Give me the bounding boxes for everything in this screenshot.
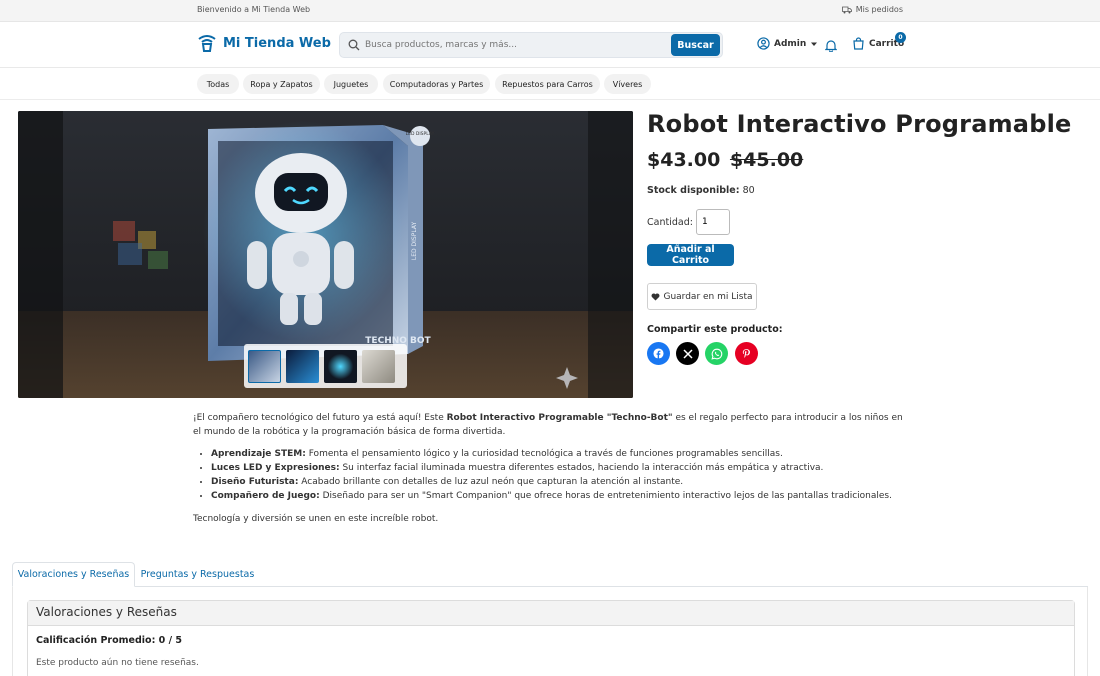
brand-name: Mi Tienda Web (223, 35, 331, 51)
share-label: Compartir este producto: (647, 324, 783, 335)
truck-icon (841, 6, 852, 13)
feature-item: Compañero de Juego: Diseñado para ser un… (211, 489, 905, 503)
whatsapp-icon (710, 348, 722, 360)
shopping-bag-icon (853, 37, 864, 50)
share-x-button[interactable] (676, 342, 699, 365)
description-closing: Tecnología y diversión se unen en este i… (193, 514, 439, 524)
category-repuestos[interactable]: Repuestos para Carros (495, 74, 600, 94)
image-thumbnails (244, 344, 407, 388)
description-intro: ¡El compañero tecnológico del futuro ya … (193, 413, 903, 437)
reviews-card: Valoraciones y Reseñas Calificación Prom… (27, 600, 1075, 676)
stock-label: Stock disponible: (647, 185, 740, 196)
feature-item: Diseño Futurista: Acabado brillante con … (211, 475, 905, 489)
category-nav: Todas Ropa y Zapatos Juguetes Computador… (0, 68, 1100, 100)
pinterest-icon (742, 349, 750, 358)
feature-item: Luces LED y Expresiones: Su interfaz fac… (211, 461, 905, 475)
x-logo-icon (682, 348, 693, 359)
caret-down-icon (811, 42, 818, 46)
my-orders-link[interactable]: Mis pedidos (841, 5, 903, 14)
user-icon (757, 37, 770, 50)
box-led-badge: LED DISPLAY (406, 131, 435, 137)
main-header: Mi Tienda Web Buscar Admin Carrito 0 (0, 22, 1100, 68)
reviews-heading: Valoraciones y Reseñas (28, 601, 1074, 626)
feature-list: Aprendizaje STEM: Fomenta el pensamiento… (211, 447, 905, 503)
product-price: $43.00 $45.00 (647, 149, 803, 171)
category-juguetes[interactable]: Juguetes (324, 74, 378, 94)
quantity-label: Cantidad: (647, 216, 693, 228)
add-to-cart-button[interactable]: Añadir al Carrito (647, 244, 734, 266)
search-input[interactable] (365, 40, 671, 50)
search-bar: Buscar (339, 32, 723, 58)
product-image[interactable]: LED DISPLAY LED DISPLAY TECHNO BOT (18, 111, 633, 398)
bell-icon (824, 40, 838, 53)
box-side-text: LED DISPLAY (411, 222, 418, 261)
share-whatsapp-button[interactable] (705, 342, 728, 365)
tab-questions[interactable]: Preguntas y Respuestas (135, 562, 260, 587)
thumbnail-2[interactable] (286, 349, 319, 383)
category-viveres[interactable]: Víveres (604, 74, 651, 94)
product-description: ¡El compañero tecnológico del futuro ya … (193, 411, 905, 526)
save-to-wishlist-button[interactable]: Guardar en mi Lista (647, 283, 757, 310)
no-reviews-text: Este producto aún no tiene reseñas. (36, 658, 199, 668)
heart-icon (652, 293, 660, 301)
category-todas[interactable]: Todas (197, 74, 239, 94)
share-pinterest-button[interactable] (735, 342, 758, 365)
feature-item: Aprendizaje STEM: Fomenta el pensamiento… (211, 447, 905, 461)
thumbnail-4[interactable] (362, 349, 395, 383)
average-rating: Calificación Promedio: 0 / 5 (36, 635, 182, 646)
cart-count-badge: 0 (895, 32, 906, 43)
thumbnail-3[interactable] (324, 349, 357, 383)
store-logo-icon (198, 35, 216, 52)
user-name: Admin (774, 38, 807, 49)
wishlist-label: Guardar en mi Lista (663, 291, 753, 302)
current-price: $43.00 (647, 149, 721, 171)
quantity-input[interactable] (695, 209, 730, 235)
thumbnail-1[interactable] (248, 349, 281, 383)
category-computadoras[interactable]: Computadoras y Partes (383, 74, 490, 94)
quantity-row: Cantidad: (647, 209, 730, 235)
stock-value: 80 (742, 185, 755, 196)
product-tabs: Valoraciones y Reseñas Preguntas y Respu… (12, 562, 1088, 587)
welcome-text: Bienvenido a Mi Tienda Web (197, 5, 311, 14)
product-title: Robot Interactivo Programable (647, 110, 1072, 138)
user-menu[interactable]: Admin (757, 37, 818, 50)
facebook-icon (653, 348, 664, 359)
reviews-panel: Valoraciones y Reseñas Calificación Prom… (12, 587, 1088, 676)
search-icon (348, 39, 360, 51)
tab-reviews[interactable]: Valoraciones y Reseñas (12, 562, 135, 587)
stock-info: Stock disponible: 80 (647, 185, 755, 196)
my-orders-label: Mis pedidos (855, 5, 903, 14)
brand-logo[interactable]: Mi Tienda Web (197, 33, 331, 53)
search-button[interactable]: Buscar (671, 34, 720, 56)
category-ropa-zapatos[interactable]: Ropa y Zapatos (243, 74, 320, 94)
notifications-button[interactable] (824, 37, 838, 56)
top-bar: Bienvenido a Mi Tienda Web Mis pedidos (0, 0, 1100, 22)
old-price: $45.00 (729, 149, 804, 171)
share-facebook-button[interactable] (647, 342, 670, 365)
